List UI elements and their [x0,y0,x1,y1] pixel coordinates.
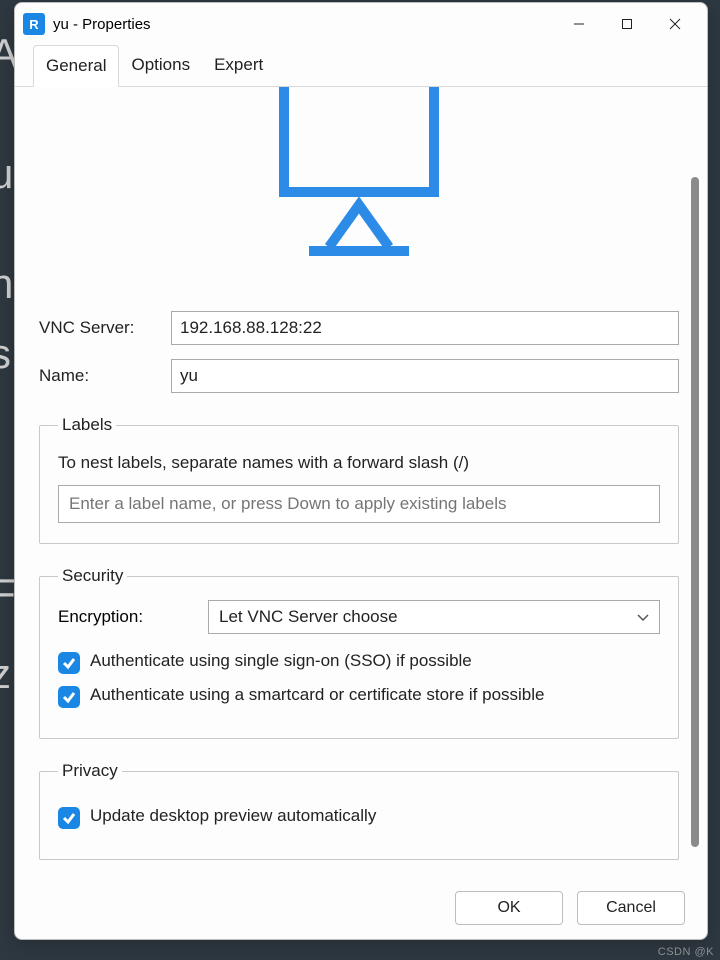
labels-legend: Labels [58,415,116,435]
update-preview-checkbox[interactable] [58,807,80,829]
scrollbar[interactable] [691,177,699,847]
smartcard-label: Authenticate using a smartcard or certif… [90,684,545,707]
encryption-value: Let VNC Server choose [219,607,398,627]
tab-options[interactable]: Options [119,45,202,86]
button-bar: OK Cancel [15,877,707,939]
monitor-icon [259,87,459,257]
maximize-button[interactable] [603,5,651,43]
watermark: CSDN @K [658,946,714,958]
tab-general[interactable]: General [33,45,119,87]
security-group: Security Encryption: Let VNC Server choo… [39,566,679,739]
app-icon: R [23,13,45,35]
labels-hint: To nest labels, separate names with a fo… [58,453,660,473]
ok-button[interactable]: OK [455,891,563,925]
security-legend: Security [58,566,127,586]
properties-dialog: R yu - Properties General Options Expert [14,2,708,940]
chevron-down-icon [637,607,649,627]
name-label: Name: [39,366,171,386]
tab-expert[interactable]: Expert [202,45,275,86]
minimize-button[interactable] [555,5,603,43]
update-preview-label: Update desktop preview automatically [90,805,376,828]
labels-input[interactable] [58,485,660,523]
window-title: yu - Properties [53,16,151,33]
cancel-button[interactable]: Cancel [577,891,685,925]
tab-bar: General Options Expert [15,45,707,87]
privacy-legend: Privacy [58,761,122,781]
titlebar: R yu - Properties [15,3,707,45]
encryption-select[interactable]: Let VNC Server choose [208,600,660,634]
sso-checkbox[interactable] [58,652,80,674]
encryption-label: Encryption: [58,607,208,627]
privacy-group: Privacy Update desktop preview automatic… [39,761,679,860]
labels-group: Labels To nest labels, separate names wi… [39,415,679,544]
vnc-server-label: VNC Server: [39,318,171,338]
smartcard-checkbox[interactable] [58,686,80,708]
close-button[interactable] [651,5,699,43]
tab-content: VNC Server: Name: Labels To nest labels,… [15,87,707,877]
name-input[interactable] [171,359,679,393]
sso-label: Authenticate using single sign-on (SSO) … [90,650,472,673]
vnc-server-input[interactable] [171,311,679,345]
